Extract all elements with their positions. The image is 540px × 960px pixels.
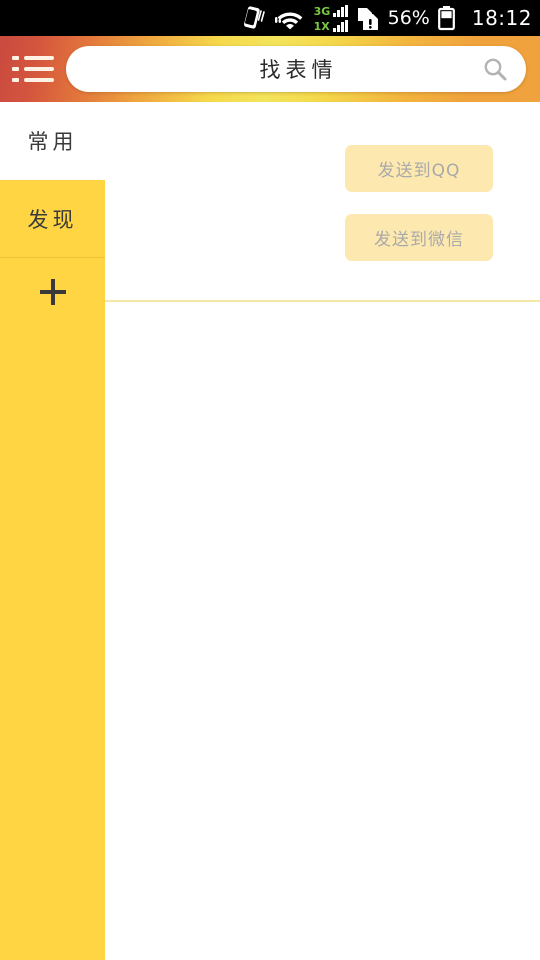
signal-row-1x: 1X [314,19,348,32]
wifi-icon [274,6,305,30]
sidebar-separator [0,257,105,258]
app-root: 3G 1X 56% 18:12 找表情 常用 发现 发送到QQ 发送到微信 [0,0,540,960]
list-menu-icon[interactable] [0,36,66,102]
send-to-qq-label: 发送到QQ [377,161,461,181]
battery-icon [437,5,455,31]
network-type-3g: 3G [313,5,331,18]
sim-card-alert-icon [357,5,379,31]
signal-bars-icon: 3G 1X [314,3,348,33]
menu-row [12,67,54,71]
status-bar: 3G 1X 56% 18:12 [0,0,540,36]
vibrate-icon [242,5,266,31]
menu-row [12,78,54,82]
sidebar-item-label: 常用 [27,130,78,154]
signal-bars-1x [332,20,348,32]
status-bar-clock: 18:12 [471,6,532,30]
signal-row-3g: 3G [314,4,348,17]
search-input-value: 找表情 [259,58,338,82]
plus-icon [39,279,66,305]
send-to-wechat-label: 发送到微信 [374,230,464,250]
signal-bars-3g [332,5,348,17]
share-actions: 发送到QQ 发送到微信 [345,145,493,261]
main-content: 发送到QQ 发送到微信 [105,102,540,960]
menu-dot [12,78,19,82]
network-type-1x: 1X [313,20,330,33]
search-input[interactable]: 找表情 [66,46,526,92]
search-icon[interactable] [482,56,508,82]
menu-line [24,56,54,60]
send-to-qq-button[interactable]: 发送到QQ [345,145,493,192]
add-category-button[interactable] [0,258,105,326]
menu-dot [12,56,19,60]
send-to-wechat-button[interactable]: 发送到微信 [345,214,493,261]
menu-line [24,67,54,71]
content-divider [105,300,540,302]
sidebar-item-changyong[interactable]: 常用 [0,102,105,180]
sidebar-item-faxian[interactable]: 发现 [0,180,105,258]
menu-dot [12,67,19,71]
category-sidebar: 常用 发现 [0,102,105,960]
menu-line [24,78,54,82]
menu-row [12,56,54,60]
battery-percent-label: 56% [387,6,430,29]
status-bar-icons: 3G 1X 56% 18:12 [242,0,532,36]
sidebar-item-label: 发现 [27,208,78,232]
app-header: 找表情 [0,36,540,102]
